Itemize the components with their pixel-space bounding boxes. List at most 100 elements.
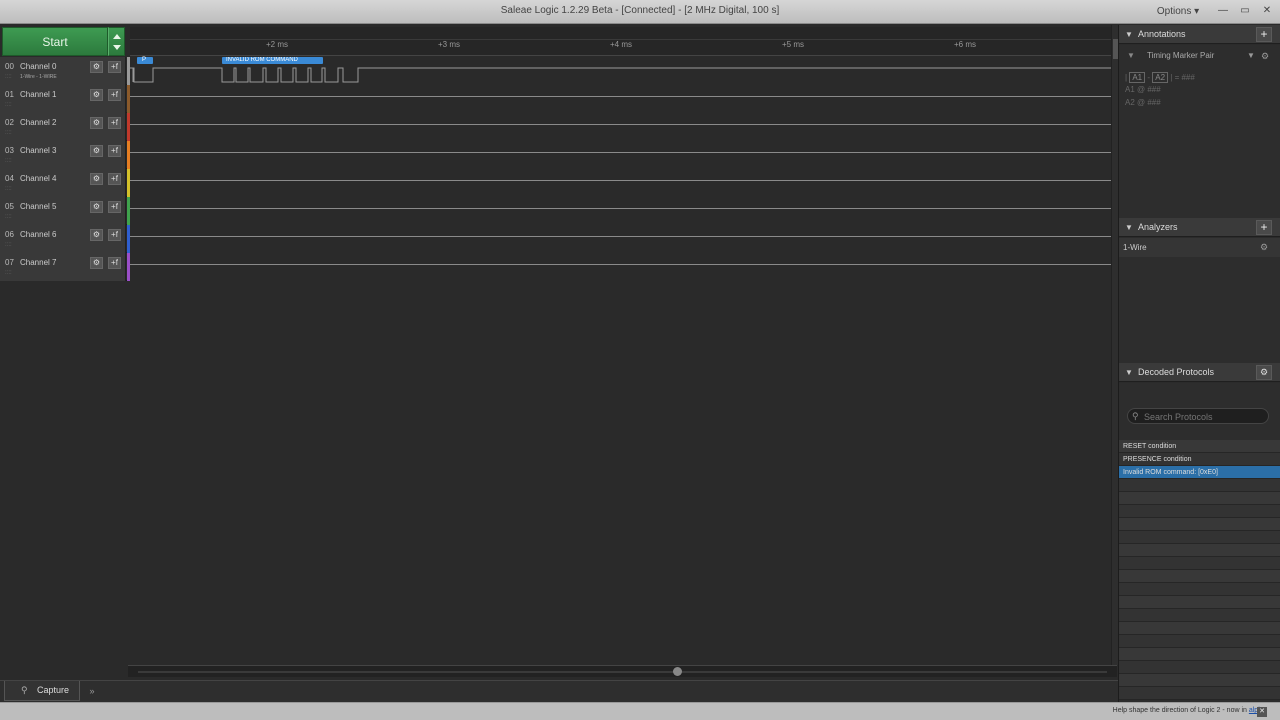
signal-area[interactable] (130, 169, 1111, 197)
trigger-icon[interactable]: +f (108, 61, 121, 73)
search-icon: ⚲ (1132, 411, 1139, 421)
search-protocols-input[interactable] (1144, 410, 1264, 423)
vertical-scrollbar[interactable] (1111, 25, 1118, 665)
channel-header[interactable]: 04 Channel 4:::: ⚙ +f (0, 169, 126, 197)
channel-header[interactable]: 06 Channel 6:::: ⚙ +f (0, 225, 126, 253)
presence-bubble[interactable]: P (137, 57, 153, 64)
status-close-button[interactable]: ✕ (1257, 707, 1267, 717)
channel-header[interactable]: 07 Channel 7:::: ⚙ +f (0, 253, 126, 281)
main-capture-area: Start +2 ms +3 ms +4 ms +5 ms +6 ms 00 Ch… (0, 25, 1118, 680)
tab-capture[interactable]: ⚲ Capture (4, 681, 80, 701)
analyzer-item[interactable]: 1-Wire ⚙ (1119, 238, 1280, 257)
channel-name[interactable]: Channel 4 (20, 174, 56, 183)
add-analyzer-button[interactable]: + (1256, 220, 1272, 235)
options-menu[interactable]: Options ▾ (1150, 4, 1206, 20)
horizontal-scrollbar[interactable] (128, 665, 1117, 677)
signal-area[interactable] (130, 253, 1111, 281)
a1-box[interactable]: A1 (1129, 72, 1146, 83)
channel-name[interactable]: Channel 2 (20, 118, 56, 127)
collapse-triangle-icon[interactable]: ▼ (1125, 363, 1133, 382)
gear-icon[interactable]: ⚙ (90, 257, 103, 269)
a2-box[interactable]: A2 (1152, 72, 1169, 83)
bottom-tab-bar: ⚲ Capture » (0, 680, 1118, 702)
gear-icon[interactable]: ⚙ (1256, 365, 1272, 380)
drag-grip-icon[interactable]: :::: (5, 242, 12, 248)
empty-protocol-row (1119, 544, 1280, 557)
trigger-icon[interactable]: +f (108, 201, 121, 213)
add-annotation-button[interactable]: + (1256, 27, 1272, 42)
gear-icon[interactable]: ⚙ (1260, 238, 1268, 257)
analyzers-title: Analyzers (1138, 222, 1178, 232)
decoded-protocol-row[interactable]: PRESENCE condition (1119, 453, 1280, 466)
timing-marker-pair[interactable]: ▼ Timing Marker Pair ▼ ⚙ (1123, 48, 1277, 64)
gear-icon[interactable]: ⚙ (90, 201, 103, 213)
gear-icon[interactable]: ⚙ (90, 89, 103, 101)
channel-number: 05 (5, 202, 14, 211)
start-button[interactable]: Start (2, 27, 108, 56)
minimize-button[interactable]: — (1212, 2, 1234, 20)
signal-area[interactable] (130, 113, 1111, 141)
drag-grip-icon[interactable]: :::: (5, 186, 12, 192)
drag-grip-icon[interactable]: :::: (5, 130, 12, 136)
annotations-body: ▼ Timing Marker Pair ▼ ⚙ | A1 - A2 | = #… (1119, 45, 1280, 218)
channel-name[interactable]: Channel 5 (20, 202, 56, 211)
trigger-icon[interactable]: +f (108, 117, 121, 129)
channel-header[interactable]: 05 Channel 5:::: ⚙ +f (0, 197, 126, 225)
annotations-header[interactable]: ▼ Annotations + (1119, 25, 1280, 44)
collapse-triangle-icon[interactable]: ▼ (1125, 25, 1133, 44)
decoded-protocol-row[interactable]: RESET condition (1119, 440, 1280, 453)
dropdown-icon[interactable]: ▼ (1247, 48, 1255, 64)
trigger-icon[interactable]: +f (108, 229, 121, 241)
time-ruler[interactable]: +2 ms +3 ms +4 ms +5 ms +6 ms (130, 27, 1111, 56)
more-tabs-button[interactable]: » (84, 683, 100, 699)
channel-name[interactable]: Channel 3 (20, 146, 56, 155)
a2-row: A2 @ ### (1125, 98, 1161, 107)
empty-protocol-row (1119, 596, 1280, 609)
channel-header[interactable]: 00 Channel 0 1-Wire - 1-WIRE:::: ⚙ +f (0, 57, 126, 85)
channel-header[interactable]: 03 Channel 3:::: ⚙ +f (0, 141, 126, 169)
channel-header[interactable]: 01 Channel 1:::: ⚙ +f (0, 85, 126, 113)
drag-grip-icon[interactable]: :::: (5, 270, 12, 276)
decoded-protocols-header[interactable]: ▼ Decoded Protocols ⚙ (1119, 363, 1280, 382)
search-protocols-field[interactable]: ⚲ (1127, 408, 1269, 424)
gear-icon[interactable]: ⚙ (90, 173, 103, 185)
signal-area[interactable] (130, 85, 1111, 113)
collapse-triangle-icon[interactable]: ▼ (1125, 218, 1133, 237)
trigger-icon[interactable]: +f (108, 89, 121, 101)
signal-area[interactable] (130, 197, 1111, 225)
trigger-icon[interactable]: +f (108, 173, 121, 185)
gear-icon[interactable]: ⚙ (90, 229, 103, 241)
channel-analyzer-label: 1-Wire - 1-WIRE (20, 74, 57, 80)
analyzers-body: 1-Wire ⚙ (1119, 238, 1280, 363)
channel-name[interactable]: Channel 0 (20, 62, 56, 71)
restore-button[interactable]: ▭ (1234, 2, 1256, 20)
channel-name[interactable]: Channel 6 (20, 230, 56, 239)
signal-area[interactable]: P INVALID ROM COMMAND (130, 57, 1111, 85)
drag-grip-icon[interactable]: :::: (5, 74, 12, 80)
signal-area[interactable] (130, 141, 1111, 169)
channel-name[interactable]: Channel 7 (20, 258, 56, 267)
drag-grip-icon[interactable]: :::: (5, 158, 12, 164)
analyzers-header[interactable]: ▼ Analyzers + (1119, 218, 1280, 237)
signal-area[interactable] (130, 225, 1111, 253)
decoded-protocol-row[interactable]: Invalid ROM command: [0xE0] (1119, 466, 1280, 479)
signal-line (130, 124, 1111, 125)
channel-row: 02 Channel 2:::: ⚙ +f (0, 113, 1111, 141)
close-button[interactable]: ✕ (1256, 2, 1278, 20)
trigger-icon[interactable]: +f (108, 145, 121, 157)
start-options-button[interactable] (108, 27, 125, 56)
rom-command-bubble[interactable]: INVALID ROM COMMAND (222, 57, 323, 64)
gear-icon[interactable]: ⚙ (1261, 48, 1269, 64)
ruler-tick-label: +5 ms (782, 40, 805, 49)
channel-header[interactable]: 02 Channel 2:::: ⚙ +f (0, 113, 126, 141)
scroll-knob[interactable] (673, 667, 682, 676)
gear-icon[interactable]: ⚙ (90, 61, 103, 73)
gear-icon[interactable]: ⚙ (90, 117, 103, 129)
channel-name[interactable]: Channel 1 (20, 90, 56, 99)
status-bar: Help shape the direction of Logic 2 - no… (0, 702, 1280, 720)
drag-grip-icon[interactable]: :::: (5, 214, 12, 220)
gear-icon[interactable]: ⚙ (90, 145, 103, 157)
empty-protocol-row (1119, 687, 1280, 700)
trigger-icon[interactable]: +f (108, 257, 121, 269)
drag-grip-icon[interactable]: :::: (5, 102, 12, 108)
